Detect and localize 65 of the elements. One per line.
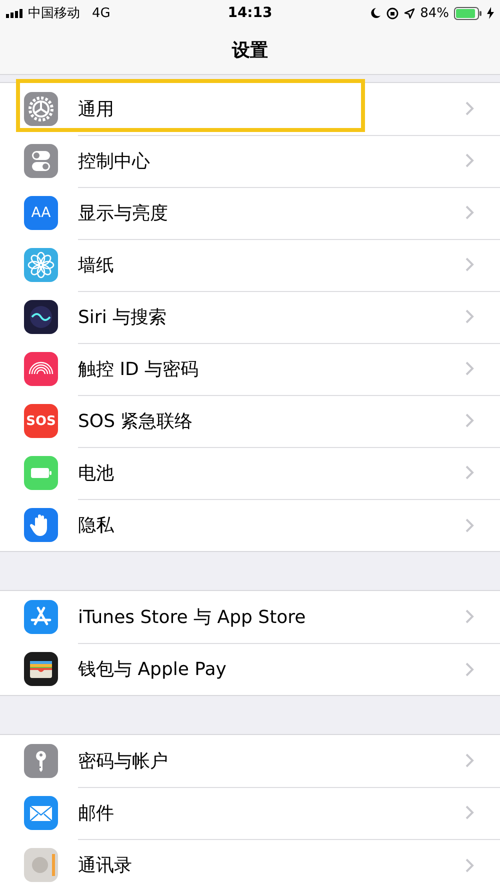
chevron-icon	[465, 361, 474, 376]
row-label: 触控 ID 与密码	[78, 358, 199, 380]
settings-row[interactable]: 邮件	[0, 787, 500, 839]
chevron-icon	[465, 101, 474, 116]
chevron-icon	[465, 662, 474, 676]
chevron-icon	[465, 413, 474, 428]
chevron-icon	[465, 257, 474, 272]
app-icon: SOS	[24, 404, 58, 438]
settings-row[interactable]: 电池	[0, 447, 500, 499]
chevron-icon	[465, 858, 474, 872]
network-type: 4G	[92, 6, 110, 20]
row-label: 钱包与 Apple Pay	[78, 658, 226, 681]
row-label: 通讯录	[78, 854, 132, 877]
settings-row[interactable]: 钱包与 Apple Pay	[0, 643, 500, 695]
chevron-icon	[465, 153, 474, 168]
settings-row[interactable]: 控制中心	[0, 135, 500, 187]
settings-row[interactable]: 隐私	[0, 499, 500, 551]
settings-row[interactable]: iTunes Store 与 App Store	[0, 591, 500, 643]
location-icon	[404, 8, 416, 18]
row-label: 显示与亮度	[78, 202, 168, 224]
row-label: 墙纸	[78, 254, 114, 276]
row-label: 隐私	[78, 514, 114, 537]
row-label: SOS 紧急联络	[78, 410, 193, 432]
rotation-lock-icon	[386, 6, 400, 20]
carrier-name: 中国移动	[28, 5, 80, 22]
battery-icon	[24, 456, 58, 490]
chevron-icon	[465, 753, 474, 768]
battery-percent: 84%	[420, 6, 449, 20]
mail-icon	[24, 796, 58, 830]
row-label: Siri 与搜索	[78, 306, 167, 328]
hand-icon	[24, 508, 58, 542]
row-label: 通用	[78, 98, 114, 120]
settings-row[interactable]: Siri 与搜索	[0, 291, 500, 343]
flower-icon	[24, 248, 58, 282]
chevron-icon	[465, 205, 474, 220]
fingerprint-icon	[24, 352, 58, 386]
toggles-icon	[24, 144, 58, 178]
settings-row[interactable]: SOS SOS 紧急联络	[0, 395, 500, 447]
row-label: 密码与帐户	[78, 750, 168, 772]
chevron-icon	[465, 609, 474, 624]
chevron-icon	[465, 309, 474, 324]
contacts-icon	[24, 848, 58, 882]
key-icon	[24, 744, 58, 778]
chevron-icon	[465, 518, 474, 532]
settings-row[interactable]: 通用	[0, 83, 500, 135]
settings-row[interactable]: 墙纸	[0, 239, 500, 291]
charging-icon	[486, 7, 494, 19]
settings-row[interactable]: AA 显示与亮度	[0, 187, 500, 239]
row-label: 电池	[78, 462, 114, 484]
wallet-icon	[24, 652, 58, 686]
status-time: 14:13	[228, 5, 272, 21]
battery-icon	[454, 6, 482, 20]
chevron-icon	[465, 465, 474, 480]
settings-row[interactable]: 密码与帐户	[0, 735, 500, 787]
row-label: iTunes Store 与 App Store	[78, 606, 306, 628]
page-title: 设置	[232, 39, 268, 62]
settings-row[interactable]: 触控 ID 与密码	[0, 343, 500, 395]
chevron-icon	[465, 805, 474, 820]
moon-icon	[370, 7, 382, 19]
row-label: 邮件	[78, 802, 114, 824]
app-icon: AA	[24, 196, 58, 230]
signal-icon	[6, 8, 24, 18]
row-label: 控制中心	[78, 150, 150, 172]
gear-icon	[24, 92, 58, 126]
settings-row[interactable]: 通讯录	[0, 839, 500, 889]
